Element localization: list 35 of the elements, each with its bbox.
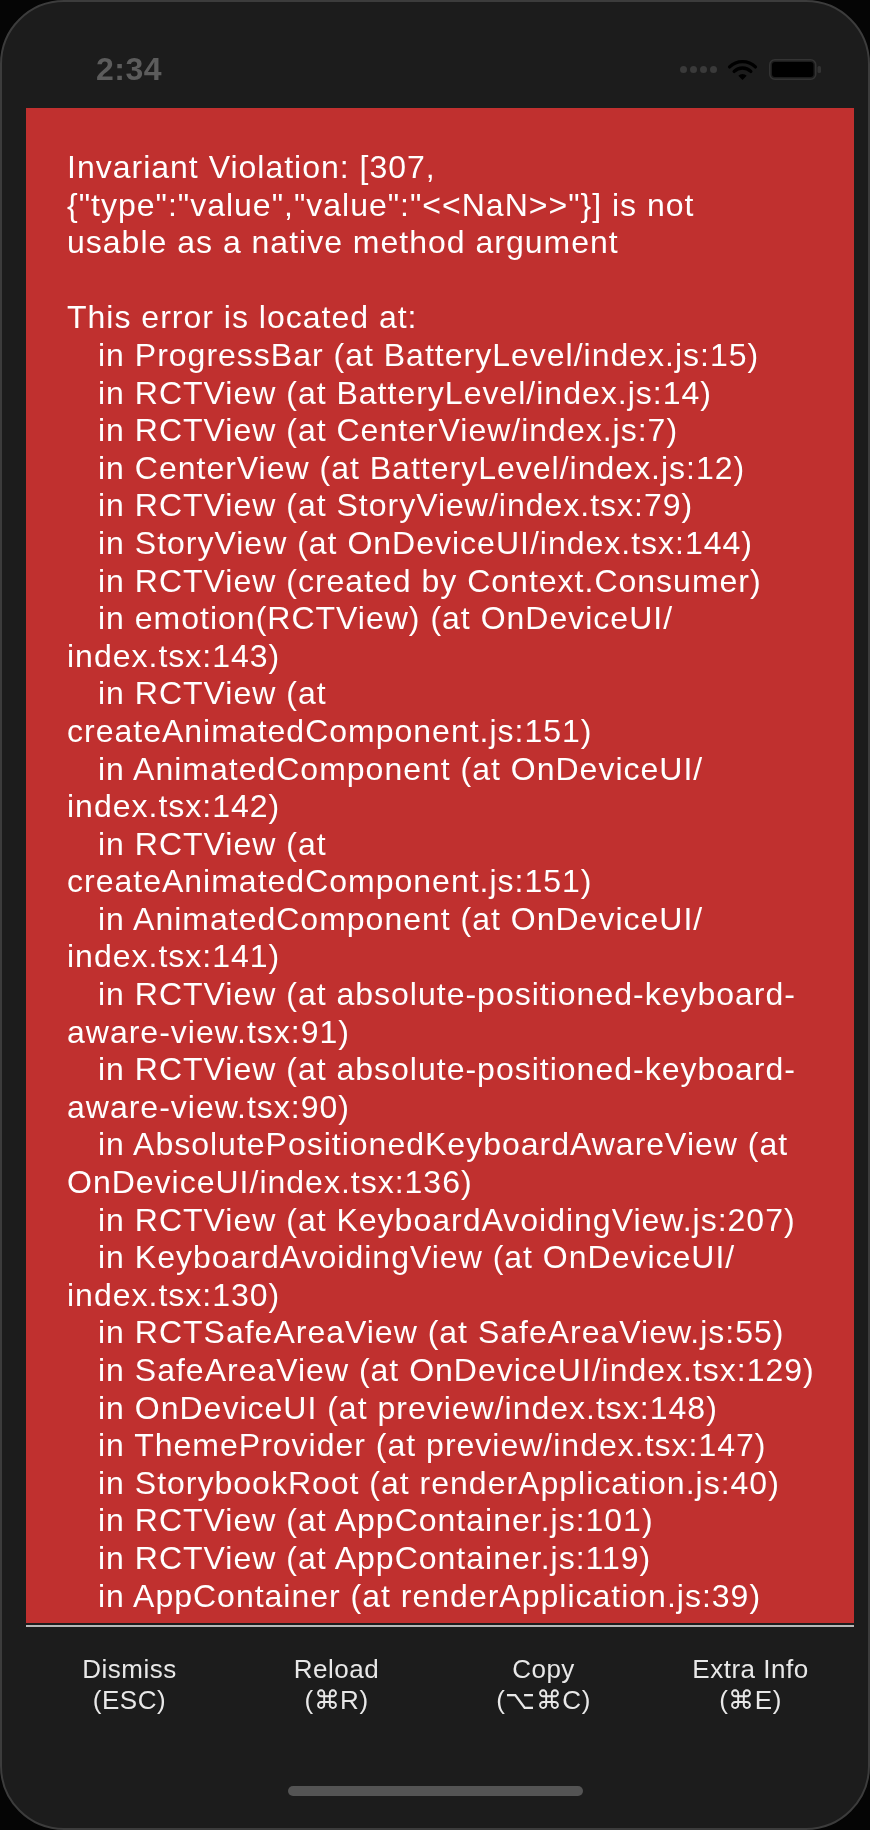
stack-trace-line: in RCTView (at absolute-positioned-keyboard- aware-view.tsx:91) [67,976,796,1052]
reload-button[interactable]: Reload (⌘R) [287,1650,386,1720]
stack-trace-line: in AnimatedComponent (at OnDeviceUI/ index.tsx:141) [67,900,704,977]
battery-icon [769,58,821,80]
status-time: 2:34 [96,53,163,85]
stack-trace-line: in RCTView (at CenterView/index.js:7) [97,412,679,450]
signal-icon [680,65,717,73]
stack-trace-line: in RCTView (at createAnimatedComponent.js:151) [67,675,593,751]
stack-trace-line: in RCTView (at BatteryLevel/index.js:14) [97,374,712,413]
stack-trace-line: in CenterView (at BatteryLevel/index.js:12) [97,449,746,488]
stack-trace-line: in StoryView (at OnDeviceUI/index.tsx:144) [97,524,753,563]
stack-trace-line: in SafeAreaView (at OnDeviceUI/index.tsx:129) [97,1352,815,1390]
stack-trace-line: in AppContainer (at renderApplication.js:39) [97,1577,762,1616]
copy-button[interactable]: Copy (⌥⌘C) [490,1650,597,1720]
stack-trace-line: in OnDeviceUI (at preview/index.tsx:148) [97,1389,718,1428]
dismiss-button[interactable]: Dismiss (ESC) [76,1650,183,1720]
stack-trace-line: in RCTView (at createAnimatedComponent.js:151) [67,825,593,901]
stack-trace-line: in ThemeProvider (at preview/index.tsx:147) [97,1427,767,1465]
wifi-icon [727,57,758,81]
stack-trace-line: in emotion(RCTView) (at OnDeviceUI/ index.tsx:143) [67,600,673,676]
stack-heading: This error is located at: [67,299,418,337]
extra-info-button[interactable]: Extra Info (⌘E) [686,1650,815,1720]
stack-trace-line: in AbsolutePositionedKeyboardAwareView (at OnDeviceUI/index.tsx:136) [67,1126,789,1202]
stack-trace-line: in RCTView (at KeyboardAvoidingView.js:207) [97,1201,796,1240]
stack-trace-line: in KeyboardAvoidingView (at OnDeviceUI/ index.tsx:130) [67,1239,736,1315]
stack-trace-line: in AnimatedComponent (at OnDeviceUI/ index.tsx:142) [67,750,704,826]
stack-trace-line: in RCTView (created by Context.Consumer) [97,562,762,601]
stack-trace-line: in RCTView (at AppContainer.js:119) [97,1539,652,1578]
stack-trace-line: in RCTView (at StoryView/index.tsx:79) [97,487,694,525]
stack-trace-line: in ProgressBar (at BatteryLevel/index.js:15) [97,336,760,375]
stack-trace-line: in RCTView (at absolute-positioned-keyboard- aware-view.tsx:90) [67,1051,796,1127]
stack-trace-line: in RCTView (at AppContainer.js:101) [97,1502,654,1540]
stack-trace-line: in RCTSafeAreaView (at SafeAreaView.js:55) [97,1314,785,1352]
error-message: Invariant Violation: [307, {"type":"value","value":"<<NaN>>"}] is not usable as a native method argument [67,149,695,262]
stack-trace-line: in StorybookRoot (at renderApplication.js:40) [97,1464,780,1503]
